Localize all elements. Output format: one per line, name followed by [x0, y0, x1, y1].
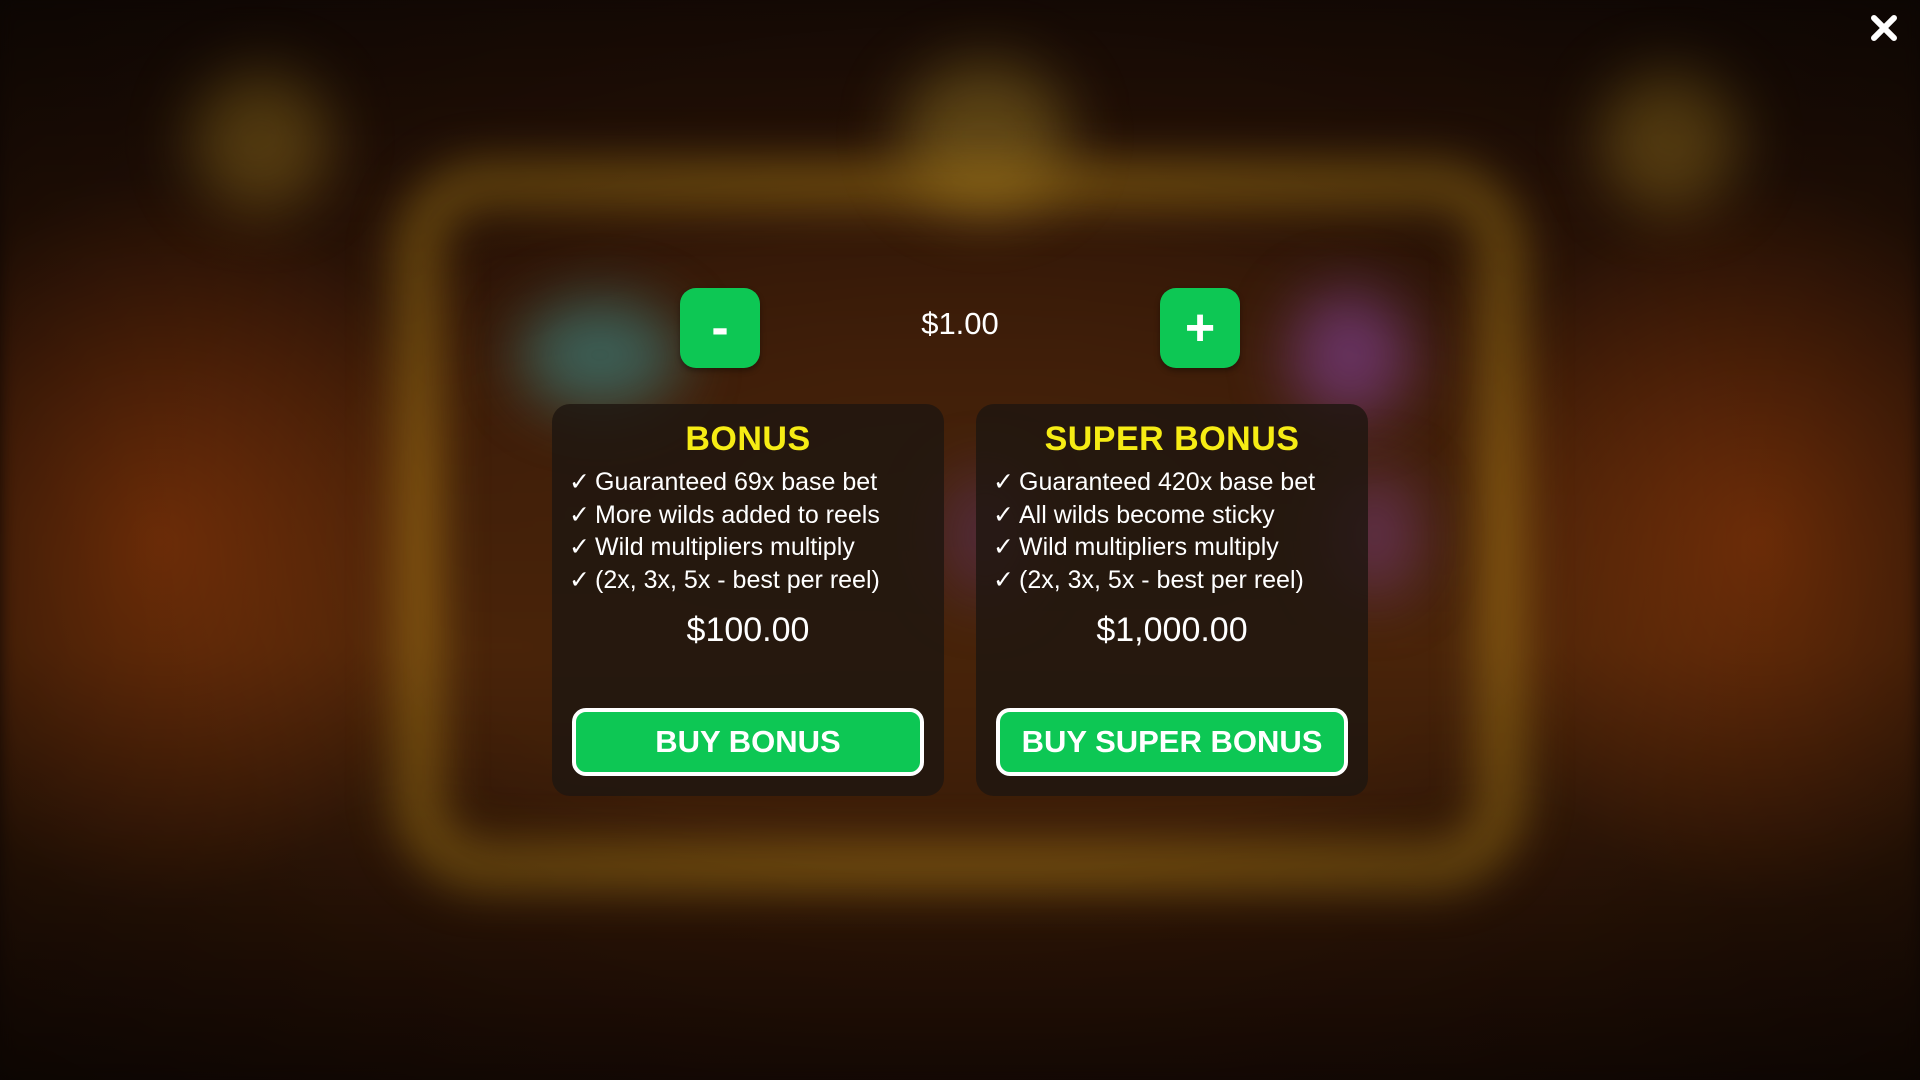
- check-icon: ✓: [993, 533, 1014, 561]
- decrease-bet-button[interactable]: -: [680, 288, 760, 368]
- check-icon: ✓: [993, 565, 1014, 594]
- super-bonus-offer-card: SUPER BONUS ✓ Guaranteed 420x base bet ✓ A…: [976, 404, 1368, 796]
- offer-title: SUPER BONUS: [1044, 420, 1300, 458]
- minus-icon: -: [711, 299, 729, 357]
- check-icon: ✓: [569, 533, 590, 561]
- buy-bonus-button[interactable]: BUY BONUS: [572, 708, 924, 776]
- feature-list: ✓ Guaranteed 420x base bet ✓ All wilds bec…: [976, 466, 1368, 596]
- offer-price: $1,000.00: [1096, 611, 1248, 649]
- check-icon: ✓: [993, 500, 1014, 529]
- buy-super-bonus-button[interactable]: BUY SUPER BONUS: [996, 708, 1348, 776]
- check-icon: ✓: [569, 468, 590, 496]
- feature-item: ✓ All wilds become sticky: [993, 499, 1368, 532]
- check-icon: ✓: [993, 468, 1014, 496]
- feature-list: ✓ Guaranteed 69x base bet ✓ More wilds add…: [552, 466, 944, 596]
- feature-item: ✓ Guaranteed 420x base bet: [993, 466, 1368, 499]
- offer-price: $100.00: [686, 611, 810, 649]
- check-icon: ✓: [569, 565, 590, 594]
- feature-item: ✓ (2x, 3x, 5x - best per reel): [993, 564, 1368, 597]
- offer-title: BONUS: [685, 420, 811, 458]
- close-icon: [1871, 15, 1897, 41]
- check-icon: ✓: [569, 500, 590, 529]
- bonus-buy-screen: - $1.00 + BONUS ✓ Guaranteed 69x base bet…: [0, 0, 1920, 1080]
- plus-icon: +: [1184, 299, 1216, 357]
- bonus-offer-card: BONUS ✓ Guaranteed 69x base bet ✓ More wil…: [552, 404, 944, 796]
- feature-item: ✓ Guaranteed 69x base bet: [569, 466, 944, 499]
- feature-item: ✓ Wild multipliers multiply: [569, 531, 944, 564]
- feature-item: ✓ (2x, 3x, 5x - best per reel): [569, 564, 944, 597]
- close-button[interactable]: [1866, 10, 1902, 46]
- bet-amount: $1.00: [921, 306, 999, 341]
- feature-item: ✓ More wilds added to reels: [569, 499, 944, 532]
- increase-bet-button[interactable]: +: [1160, 288, 1240, 368]
- feature-item: ✓ Wild multipliers multiply: [993, 531, 1368, 564]
